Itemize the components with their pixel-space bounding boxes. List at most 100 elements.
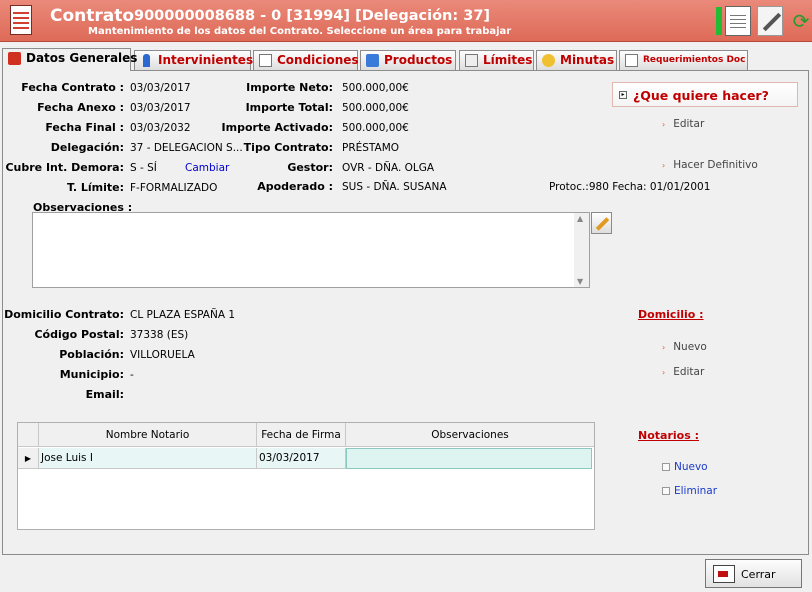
municipio-value: - [130,369,134,381]
importe-total-value: 500.000,00€ [342,102,409,114]
contract-icon [10,5,32,35]
poblacion-value: VILLORUELA [130,349,195,361]
doc-list-icon [625,54,638,67]
arrow-icon: › [662,120,666,129]
tab-minutas[interactable]: Minutas [536,50,617,70]
action-label: Hacer Definitivo [673,159,758,171]
tab-intervinientes[interactable]: Intervinientes [134,50,253,70]
fecha-anexo-value: 03/03/2017 [130,102,191,114]
document-icon [259,54,272,67]
cubre-int-demora-value: S - SÍ [130,162,157,174]
cambiar-link[interactable]: Cambiar [185,162,229,174]
importe-neto-label: Importe Neto: [246,81,333,94]
cerrar-label: Cerrar [741,568,776,581]
t-limite-label: T. Límite: [67,181,124,194]
importe-activado-value: 500.000,00€ [342,122,409,134]
cubre-int-demora-label: Cubre Int. Demora: [5,161,124,174]
apoderado-label: Apoderado : [257,180,333,193]
fecha-final-label: Fecha Final : [45,121,124,134]
domicilio-contrato-label: Domicilio Contrato: [4,308,124,321]
tipo-contrato-value: PRÉSTAMO [342,142,400,154]
codigo-postal-value: 37338 (ES) [130,329,189,341]
window-header: Contrato 900000008688 - 0 [31994] [Deleg… [0,0,812,42]
fecha-contrato-label: Fecha Contrato : [21,81,124,94]
row-selector-icon[interactable]: ▶ [18,448,39,469]
actions-header: ▸ ¿Que quiere hacer? [612,82,798,107]
poblacion-label: Población: [59,348,124,361]
tab-productos[interactable]: Productos [360,50,456,70]
expand-icon[interactable]: ▸ [619,91,627,99]
domicilio-section-title: Domicilio : [638,308,704,321]
document-icon[interactable] [725,6,751,36]
editar-action[interactable]: › Editar [662,118,704,130]
hacer-definitivo-action[interactable]: › Hacer Definitivo [662,159,758,171]
window-subtitle: Mantenimiento de los datos del Contrato.… [88,26,512,37]
codigo-postal-label: Código Postal: [34,328,124,341]
email-label: Email: [85,388,124,401]
notarios-section-title: Notarios : [638,429,699,442]
link-label: Eliminar [674,485,718,497]
tab-label: Datos Generales [26,51,138,65]
tab-limites[interactable]: Límites [459,50,534,70]
arrow-icon: › [662,161,666,170]
scroll-up-icon[interactable]: ▲ [577,214,583,223]
fecha-final-value: 03/03/2032 [130,122,191,134]
cube-icon [366,54,379,67]
person-icon [143,54,150,67]
gestor-label: Gestor: [287,161,333,174]
action-label: Editar [673,366,705,378]
domicilio-contrato-value: CL PLAZA ESPAÑA 1 [130,309,236,321]
refresh-icon[interactable]: ⟳ [791,6,811,36]
domicilio-nuevo-action[interactable]: › Nuevo [662,341,707,353]
cerrar-button[interactable]: Cerrar [705,559,802,588]
apoderado-value: SUS - DÑA. SUSANA [342,181,447,193]
tab-datos-generales[interactable]: Datos Generales [2,48,137,71]
protocolo-info: Protoc.:980 Fecha: 01/01/2001 [549,181,711,193]
arrow-icon: › [662,368,666,377]
edit-icon[interactable] [757,6,783,36]
gestor-value: OVR - DÑA. OLGA [342,162,435,174]
column-header[interactable]: Nombre Notario [39,423,257,447]
add-icon [662,463,670,471]
contract-code: 900000008688 - 0 [31994] [Delegación: 37… [134,8,491,24]
importe-total-label: Importe Total: [245,101,333,114]
delegacion-value: 37 - DELEGACION S... [130,142,243,154]
tab-label: Productos [384,53,453,67]
scroll-down-icon[interactable]: ▼ [577,277,583,286]
tab-label: Condiciones [277,53,359,67]
link-label: Nuevo [674,461,708,473]
actions-title: ¿Que quiere hacer? [633,88,769,103]
tab-label: Requerimientos Doc [643,55,746,65]
municipio-label: Municipio: [59,368,124,381]
action-label: Nuevo [673,341,707,353]
notarios-table[interactable]: Nombre Notario Fecha de Firma Observacio… [17,422,595,530]
notario-nombre-cell[interactable]: Jose Luis I [39,448,257,469]
notarios-nuevo-link[interactable]: Nuevo [662,461,708,473]
observaciones-field[interactable]: ▲ ▼ [32,212,590,288]
action-label: Editar [673,118,705,130]
contract-icon [8,52,21,65]
arrow-icon: › [662,343,666,352]
fecha-anexo-label: Fecha Anexo : [37,101,124,114]
observaciones-scrollbar[interactable]: ▲ ▼ [574,213,589,287]
importe-activado-label: Importe Activado: [221,121,333,134]
column-header[interactable]: Fecha de Firma [257,423,346,447]
notario-fecha-cell[interactable]: 03/03/2017 [257,448,346,469]
edit-observaciones-button[interactable] [591,212,612,234]
tab-label: Límites [483,53,533,67]
tab-requerimientos-doc[interactable]: Requerimientos Doc [619,50,748,70]
bulb-icon [542,54,555,67]
tab-condiciones[interactable]: Condiciones [253,50,359,70]
notario-observaciones-cell[interactable] [346,448,592,469]
filter-icon [465,54,478,67]
delegacion-label: Delegación: [50,141,124,154]
fecha-contrato-value: 03/03/2017 [130,82,191,94]
domicilio-editar-action[interactable]: › Editar [662,366,704,378]
column-header[interactable]: Observaciones [346,423,594,447]
t-limite-value: F-FORMALIZADO [130,182,218,194]
status-indicator [716,7,722,35]
tipo-contrato-label: Tipo Contrato: [243,141,333,154]
notarios-eliminar-link[interactable]: Eliminar [662,485,717,497]
delete-icon [662,487,670,495]
window-title: Contrato [50,6,135,26]
